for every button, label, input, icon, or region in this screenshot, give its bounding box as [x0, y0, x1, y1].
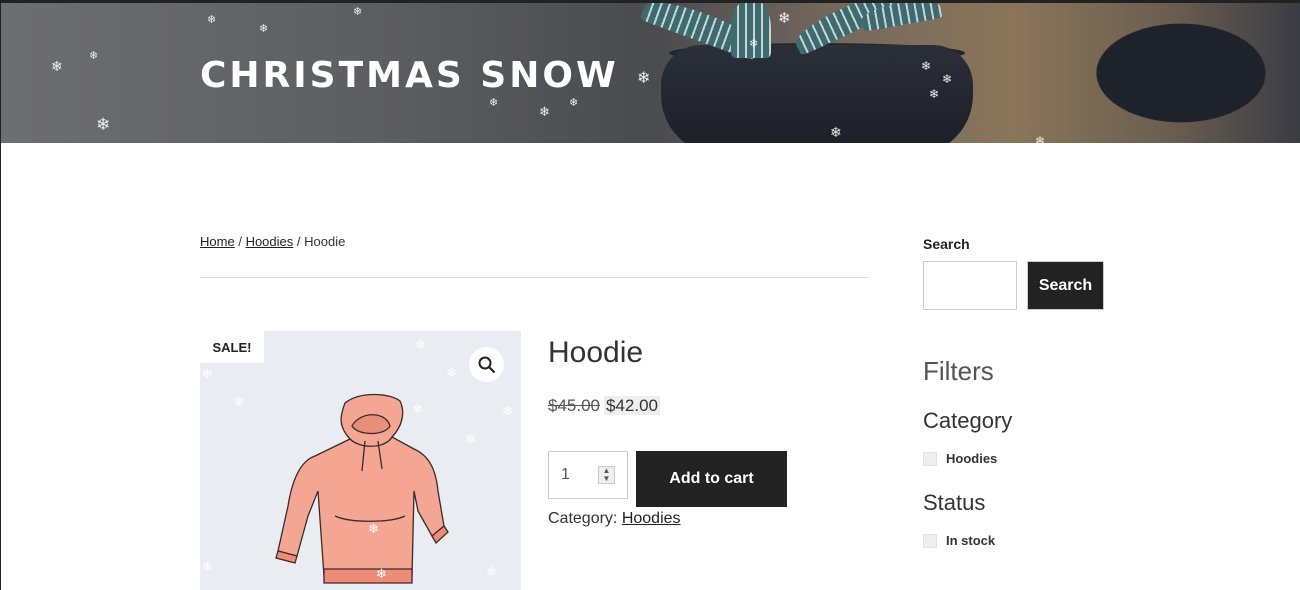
snowflake-icon: ❄: [202, 366, 213, 381]
snowflake-icon: ❄: [942, 72, 953, 86]
site-header: CHRISTMAS SNOW ❄ ❄ ❄ ❄ ❄ ❄ ❄ ❄ ❄ ❄ ❄ ❄ ❄…: [1, 0, 1300, 143]
quantity-stepper[interactable]: ▲ ▼: [598, 466, 615, 484]
product-price: $45.00 $42.00: [548, 396, 660, 416]
snowflake-icon: ❄: [921, 59, 932, 73]
snowflake-icon: ❄: [569, 97, 579, 109]
product-title: Hoodie: [548, 336, 644, 369]
snowflake-icon: ❄: [376, 566, 387, 581]
snowflake-icon: ❄: [353, 6, 363, 18]
snowflake-icon: ❄: [96, 115, 111, 134]
snowflake-icon: ❄: [259, 23, 269, 35]
filter-option-label: Hoodies: [946, 451, 998, 466]
breadcrumb-separator: /: [238, 234, 242, 249]
snowflake-icon: ❄: [207, 14, 217, 26]
category-label: Category:: [548, 510, 618, 527]
filter-option-in-stock[interactable]: In stock: [923, 533, 995, 548]
search-button[interactable]: Search: [1027, 261, 1104, 310]
product-image[interactable]: SALE! ❄ ❄ ❄ ❄ ❄ ❄ ❄ ❄ ❄ ❄ ❄: [200, 331, 521, 590]
snowflake-icon: ❄: [446, 365, 457, 380]
zoom-button[interactable]: [469, 347, 504, 382]
snowflake-icon: ❄: [539, 104, 550, 119]
filter-option-label: In stock: [946, 533, 996, 548]
snowflake-icon: ❄: [929, 87, 940, 101]
search-input[interactable]: [923, 261, 1017, 310]
breadcrumb: Home / Hoodies / Hoodie: [200, 234, 345, 249]
sale-badge: SALE!: [200, 331, 264, 363]
filters-title: Filters: [923, 356, 994, 386]
snowflake-icon: ❄: [89, 50, 99, 62]
site-title[interactable]: CHRISTMAS SNOW: [200, 55, 619, 96]
filter-option-hoodies[interactable]: Hoodies: [923, 451, 997, 466]
snowflake-icon: ❄: [830, 124, 842, 140]
snowflake-icon: ❄: [51, 58, 63, 74]
snowflake-icon: ❄: [412, 401, 423, 416]
snowflake-icon: ❄: [368, 521, 379, 536]
snowflake-icon: ❄: [234, 394, 245, 409]
add-to-cart-button[interactable]: Add to cart: [636, 451, 787, 507]
breadcrumb-home-link[interactable]: Home: [200, 234, 235, 249]
sale-price: $42.00: [604, 396, 660, 415]
checkbox[interactable]: [923, 451, 937, 466]
snowflake-icon: ❄: [1035, 134, 1046, 143]
snowflake-icon: ❄: [502, 403, 513, 418]
original-price: $45.00: [548, 396, 600, 415]
quantity-input[interactable]: [548, 451, 628, 499]
status-filter-title: Status: [923, 490, 986, 515]
snowflake-icon: ❄: [486, 564, 497, 579]
snowflake-icon: ❄: [778, 10, 791, 27]
breadcrumb-separator: /: [296, 234, 301, 249]
category-link[interactable]: Hoodies: [622, 510, 681, 527]
snowflake-icon: ❄: [415, 337, 426, 352]
snowflake-icon: ❄: [489, 97, 499, 109]
search-label: Search: [923, 236, 970, 252]
breadcrumb-current: Hoodie: [304, 234, 346, 249]
magnifier-icon: [478, 356, 495, 373]
breadcrumb-category-link[interactable]: Hoodies: [246, 234, 294, 249]
snowflake-icon: ❄: [202, 559, 213, 574]
snowflake-icon: ❄: [465, 431, 476, 446]
checkbox[interactable]: [923, 533, 937, 548]
content-divider: [200, 277, 869, 278]
snowflake-icon: ❄: [749, 38, 759, 50]
category-filter-title: Category: [923, 408, 1013, 433]
snowflake-icon: ❄: [637, 70, 651, 87]
product-category: Category: Hoodies: [548, 510, 681, 528]
